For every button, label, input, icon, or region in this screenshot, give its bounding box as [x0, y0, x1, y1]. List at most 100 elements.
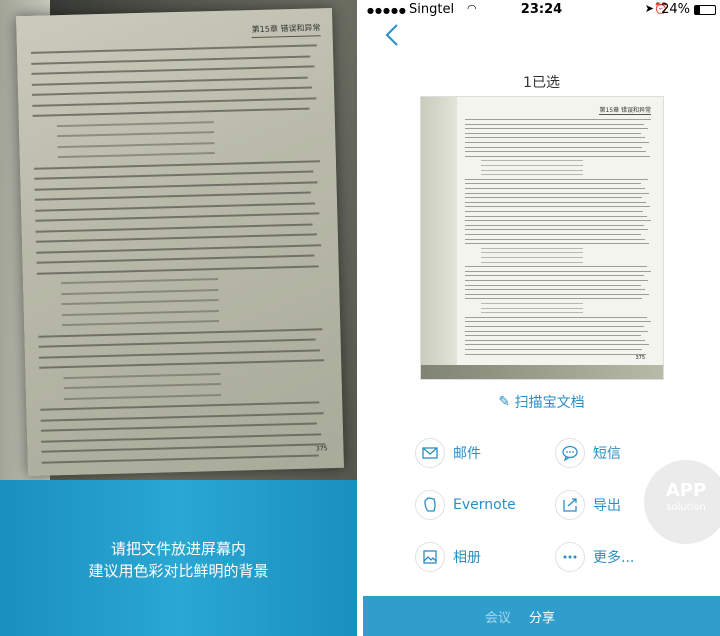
text-line [61, 288, 219, 295]
scan-doc-label: 扫描宝文档 [514, 395, 585, 411]
text-line [465, 326, 644, 327]
text-line [63, 382, 222, 390]
text-line [61, 309, 220, 316]
text-line [41, 453, 319, 464]
more-icon [555, 542, 585, 572]
text-line [465, 132, 641, 134]
page-number: 375 [315, 445, 328, 453]
text-line [38, 338, 316, 348]
share-more-button[interactable]: 更多... [555, 542, 634, 572]
scan-doc-link[interactable]: ✎ 扫描宝文档 [363, 392, 720, 412]
camera-view: 第15章 错误和异常 375 请把文件放进屏幕内 建议用色彩对比鲜明的背景 [0, 0, 357, 636]
share-message-button[interactable]: 短信 [555, 438, 621, 468]
text-line [38, 348, 320, 359]
text-line [35, 212, 320, 222]
text-line [481, 174, 584, 176]
instruction-overlay: 请把文件放进屏幕内 建议用色彩对比鲜明的背景 [0, 480, 357, 636]
text-line [465, 339, 645, 341]
text-line [35, 233, 317, 243]
text-line [481, 160, 584, 162]
text-line [481, 312, 584, 314]
text-line [32, 107, 310, 117]
text-line [481, 257, 584, 258]
text-line [465, 330, 648, 332]
text-line [465, 142, 649, 143]
text-line [35, 201, 316, 212]
location-icon: ➤ [644, 2, 654, 15]
back-button[interactable] [381, 22, 405, 48]
text-line [36, 243, 322, 254]
document-thumbnail[interactable]: 第15章 错误和异常 375 [420, 96, 664, 380]
page-header: 第15章 错误和异常 [251, 22, 321, 39]
text-line [481, 165, 584, 166]
text-line [39, 359, 325, 369]
watermark-line-1: APP [665, 480, 707, 501]
text-line [481, 261, 584, 263]
text-line [57, 152, 216, 159]
share-export-button[interactable]: 导出 [555, 490, 621, 520]
text-line [31, 65, 315, 75]
share-photos-button[interactable]: 相册 [415, 542, 481, 572]
text-line [40, 401, 320, 411]
text-line [465, 178, 648, 180]
text-line [465, 128, 648, 130]
text-line [465, 289, 645, 291]
text-line [34, 191, 311, 201]
text-line [465, 183, 641, 185]
export-icon [555, 490, 585, 520]
text-line [465, 266, 647, 268]
text-line [465, 298, 642, 300]
battery-percent: 24% [661, 2, 690, 17]
text-line [32, 86, 313, 96]
text-line [465, 353, 646, 355]
chevron-left-icon [385, 24, 398, 46]
text-line [465, 146, 642, 148]
text-line [30, 44, 317, 54]
text-line [465, 192, 649, 194]
text-line [481, 252, 584, 254]
instruction-line-1: 请把文件放进屏幕内 [110, 540, 246, 558]
share-mail-button[interactable]: 邮件 [415, 438, 481, 468]
text-line [465, 293, 649, 295]
share-export-label: 导出 [593, 498, 621, 514]
text-line [465, 238, 645, 240]
text-line [465, 284, 641, 286]
text-line [465, 119, 651, 120]
instruction-line-2: 建议用色彩对比鲜明的背景 [88, 562, 269, 580]
text-line [31, 55, 311, 65]
text-line [481, 247, 584, 249]
text-line [36, 254, 315, 264]
tab-share[interactable]: 分享 [529, 607, 555, 626]
share-more-label: 更多... [593, 550, 635, 566]
pencil-icon: ✎ [498, 394, 511, 410]
text-line [40, 411, 324, 422]
text-line [465, 188, 645, 189]
text-line [57, 141, 215, 148]
text-line [465, 229, 648, 231]
text-line [33, 159, 320, 170]
text-line [465, 270, 651, 272]
text-line [63, 372, 221, 379]
text-line [465, 243, 649, 245]
text-line [465, 224, 644, 226]
thumbnail-bottom-edge [421, 365, 663, 379]
thumbnail-header: 第15章 错误和异常 [599, 107, 651, 115]
text-line [41, 443, 326, 453]
status-bar: ●●●●● Singtel ◠ 23:24 ➤ ⏰ 24% [363, 0, 720, 20]
text-line [481, 307, 584, 309]
share-evernote-button[interactable]: Evernote [415, 490, 516, 520]
text-line [465, 123, 644, 125]
share-evernote-label: Evernote [453, 497, 516, 513]
text-line [56, 120, 215, 127]
share-photos-label: 相册 [453, 550, 481, 566]
book-page: 第15章 错误和异常 375 [16, 7, 344, 477]
text-line [465, 335, 641, 337]
text-line [465, 234, 641, 235]
tab-meeting[interactable]: 会议 [485, 607, 511, 626]
battery-icon [694, 5, 716, 15]
text-line [465, 316, 647, 318]
thumbnail-page-number: 375 [635, 355, 645, 361]
share-mail-label: 邮件 [453, 446, 481, 462]
text-line [465, 349, 642, 350]
share-screen: ●●●●● Singtel ◠ 23:24 ➤ ⏰ 24% 1已选 第15章 错… [363, 0, 720, 636]
